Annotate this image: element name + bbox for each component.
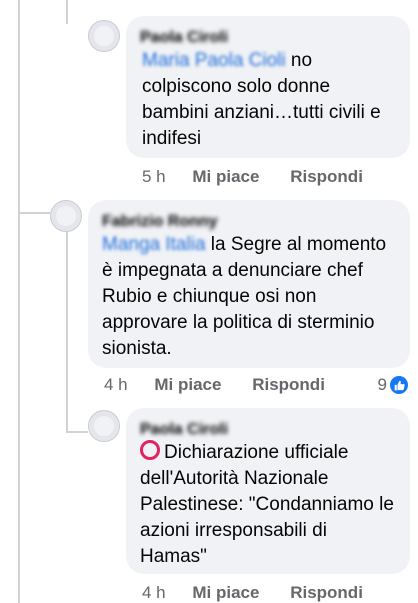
reply-button[interactable]: Rispondi <box>290 583 363 603</box>
avatar[interactable] <box>50 200 82 232</box>
comment-text: Manga Italia la Segre al momento è impeg… <box>102 232 396 362</box>
red-circle-icon <box>140 440 160 460</box>
thumbs-up-icon <box>390 376 408 394</box>
reply-button[interactable]: Rispondi <box>252 375 325 395</box>
thread-line <box>66 232 68 432</box>
comment-author[interactable]: Fabrizio Ronny <box>102 212 396 232</box>
comment-time[interactable]: 5 h <box>142 167 166 187</box>
comment-time[interactable]: 4 h <box>142 583 166 603</box>
avatar[interactable] <box>88 410 120 442</box>
mention-link[interactable]: Maria Paola Cioli <box>142 50 286 71</box>
comment-body: Dichiarazione ufficiale dell'Autorità Na… <box>140 442 394 567</box>
mention-link[interactable]: Manga Italia <box>102 234 206 255</box>
thread-line <box>66 431 88 433</box>
comment-author[interactable]: Paola Ciroli <box>140 28 396 48</box>
comment-time[interactable]: 4 h <box>104 375 128 395</box>
thread-line <box>18 212 50 214</box>
thread-line <box>18 0 20 603</box>
comment-bubble: Paola Ciroli Dichiarazione ufficiale del… <box>126 408 410 574</box>
reaction-count: 9 <box>377 375 387 394</box>
thread-line <box>66 0 68 24</box>
avatar[interactable] <box>88 20 120 52</box>
reply-button[interactable]: Rispondi <box>290 167 363 187</box>
comment-text: Maria Paola Cioli no colpiscono solo don… <box>140 48 396 152</box>
comment-bubble: Paola Ciroli Maria Paola Cioli no colpis… <box>126 16 410 158</box>
comment-author[interactable]: Paola Ciroli <box>140 420 396 440</box>
reaction-summary[interactable]: 9 <box>378 375 408 395</box>
like-button[interactable]: Mi piace <box>192 583 259 603</box>
like-button[interactable]: Mi piace <box>154 375 221 395</box>
comment-bubble: Fabrizio Ronny Manga Italia la Segre al … <box>88 200 410 368</box>
comment-actions: 5 h Mi piace Rispondi <box>142 167 363 187</box>
like-button[interactable]: Mi piace <box>192 167 259 187</box>
comment-actions: 4 h Mi piace Rispondi <box>104 375 325 395</box>
comment-text: Dichiarazione ufficiale dell'Autorità Na… <box>140 440 396 570</box>
comment-actions: 4 h Mi piace Rispondi <box>142 583 363 603</box>
